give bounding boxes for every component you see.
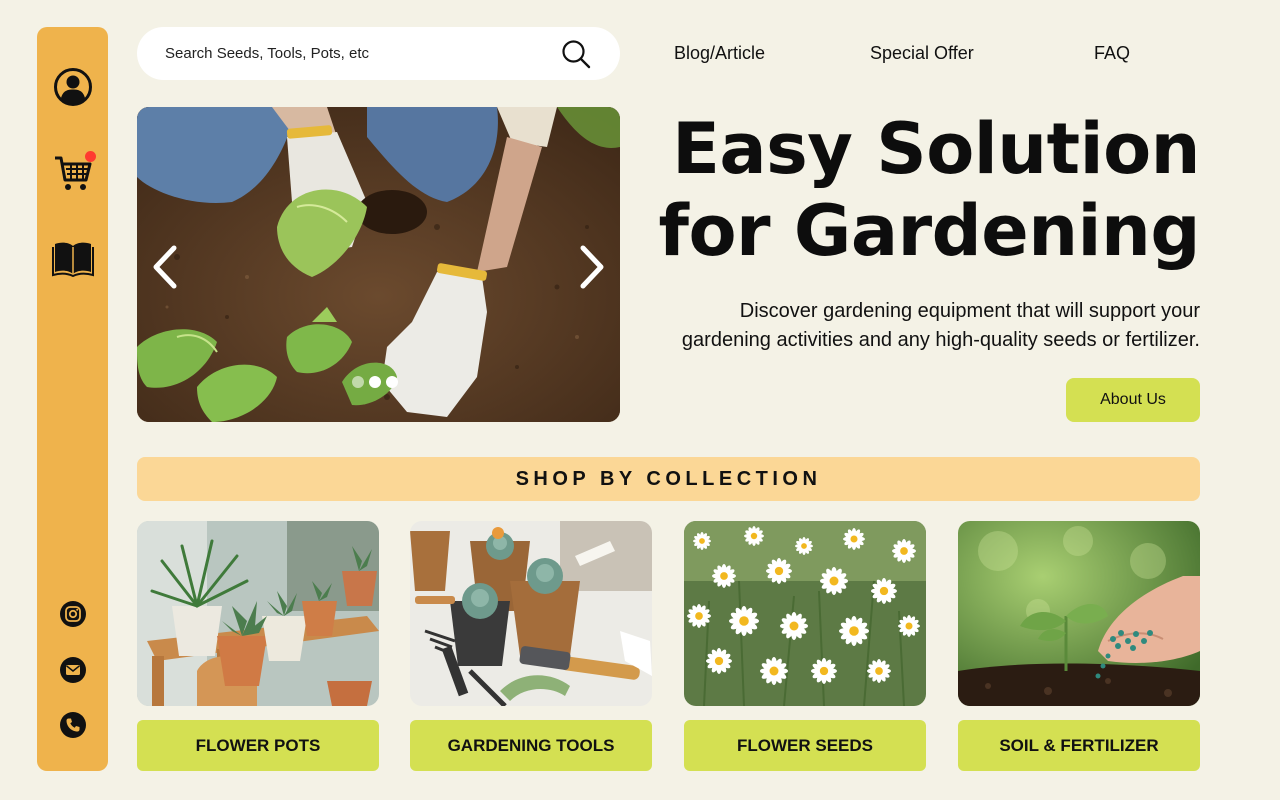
instagram-icon[interactable] [59,600,87,628]
collection-button-soil-fertilizer[interactable]: SOIL & FERTILIZER [958,720,1200,771]
hero-description: Discover gardening equipment that will s… [620,297,1200,355]
slider-dot-1[interactable] [352,376,364,388]
nav-blog-article[interactable]: Blog/Article [674,43,765,64]
shopping-cart-icon[interactable] [53,151,96,193]
collection-button-flower-pots[interactable]: FLOWER POTS [137,720,379,771]
soil-fertilizer-image[interactable] [958,521,1200,706]
collection-button-gardening-tools[interactable]: GARDENING TOOLS [410,720,652,771]
hero-description-line-1: Discover gardening equipment that will s… [739,300,1200,322]
hero-image-slider[interactable] [137,107,620,422]
flower-pots-image[interactable] [137,521,379,706]
search-bar [137,27,620,80]
flower-seeds-image[interactable] [684,521,926,706]
hero-title-line-2: for Gardening [658,190,1200,272]
mail-icon[interactable] [59,656,87,684]
search-input[interactable] [165,45,560,62]
slider-next-button[interactable] [572,242,612,292]
slider-prev-button[interactable] [145,242,185,292]
slider-dot-3[interactable] [386,376,398,388]
slider-dot-2[interactable] [369,376,381,388]
hero-title-line-1: Easy Solution [672,108,1200,190]
slider-dots [352,376,398,388]
cart-notification-dot [84,151,96,162]
hero-description-line-2: gardening activities and any high-qualit… [681,329,1200,351]
collection-heading: SHOP BY COLLECTION [137,457,1200,501]
sidebar [37,27,108,771]
hero-title: Easy Solution for Gardening [640,108,1200,272]
chevron-left-icon [153,245,177,289]
chevron-right-icon [580,245,604,289]
user-profile-icon[interactable] [53,67,93,107]
nav-faq[interactable]: FAQ [1094,43,1130,64]
collection-button-flower-seeds[interactable]: FLOWER SEEDS [684,720,926,771]
gardening-hands-photo [137,107,620,422]
book-icon[interactable] [51,239,94,277]
about-us-button[interactable]: About Us [1066,378,1200,422]
phone-icon[interactable] [59,711,87,739]
nav-special-offer[interactable]: Special Offer [870,43,974,64]
search-icon[interactable] [560,38,592,70]
gardening-tools-image[interactable] [410,521,652,706]
